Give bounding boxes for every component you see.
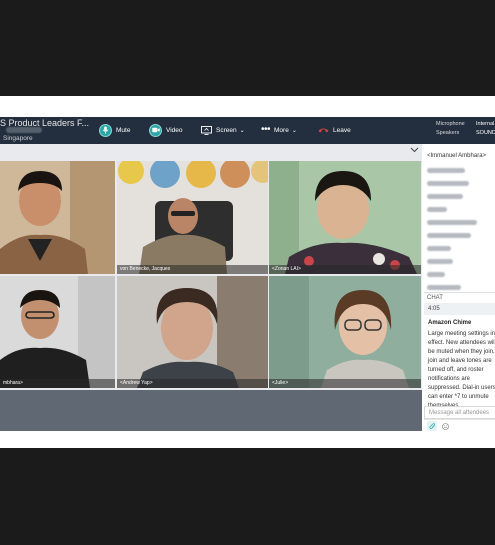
roster-item-redacted[interactable] [427,285,461,290]
chat-message-input[interactable]: Message all attendees [424,406,495,419]
leave-button[interactable]: Leave [318,122,351,138]
collapse-chevron-icon[interactable] [410,147,419,153]
chevron-down-icon: ⌄ [291,127,297,134]
camera-icon [149,123,162,137]
attachment-icon[interactable] [427,421,437,431]
chat-sender: Amazon Chime [428,320,472,326]
participant-video [0,161,115,274]
video-tile-5[interactable]: <Andrew Yap> [117,276,268,388]
participant-video [0,276,115,388]
screen-label: Screen [216,126,237,134]
video-tile-6[interactable]: <Julie> [269,276,421,388]
roster-item-redacted[interactable] [427,207,447,212]
audio-device-labels: Microphone Speakers [436,120,465,138]
mute-label: Mute [116,126,131,134]
meeting-toolbar: S Product Leaders F... Singapore Mute Vi… [0,117,495,144]
roster-item[interactable]: <Immanuel Ambhara> [427,153,486,159]
video-tile-1[interactable] [0,161,115,274]
more-label: More [274,126,289,134]
participant-video [117,161,268,274]
video-label: Video [166,126,183,134]
meeting-window: S Product Leaders F... Singapore Mute Vi… [0,96,495,448]
roster-item-redacted[interactable] [427,259,453,264]
participant-name: mbhara> [0,379,115,388]
microphone-device[interactable]: Internal [476,120,495,129]
roster-item-redacted[interactable] [427,246,451,251]
roster-item-redacted[interactable] [427,181,469,186]
roster-item-redacted[interactable] [427,168,465,173]
speakers-label: Speakers [436,130,460,136]
chevron-down-icon: ⌄ [239,127,245,134]
roster-item-redacted[interactable] [427,194,463,199]
video-button[interactable]: Video [149,122,183,138]
participant-video [269,161,421,274]
mute-button[interactable]: Mute [99,122,130,138]
hang-up-icon [318,127,329,133]
roster-item-redacted[interactable] [427,220,477,225]
chat-toolbar [424,419,495,432]
chat-message: Large meeting settings in effect. New at… [428,331,495,409]
screen-share-icon [201,125,212,135]
participant-name: <Julie> [269,379,421,388]
leave-label: Leave [333,126,351,134]
emoji-icon[interactable] [440,421,450,431]
chat-timestamp: 4:05 [424,303,495,315]
stage-footer [0,390,422,431]
ellipsis-icon: ••• [261,124,271,135]
meeting-location: Singapore [3,135,33,142]
audio-device-values[interactable]: Internal SOUNDPEA [476,120,495,138]
video-tile-4[interactable]: mbhara> [0,276,115,388]
more-button[interactable]: ••• More ⌄ [261,122,297,138]
participant-name: <Andrew Yap> [117,379,268,388]
video-tile-2[interactable]: von Benecke, Jacques [117,161,268,274]
roster-item-redacted[interactable] [427,233,471,238]
participant-video [269,276,421,388]
participant-video [117,276,268,388]
speakers-device[interactable]: SOUNDPEA [476,129,495,138]
chat-header: CHAT [424,292,495,303]
participant-name: <Zonan LAI> [269,265,421,274]
roster-item-redacted[interactable] [427,272,445,277]
video-tile-3[interactable]: <Zonan LAI> [269,161,421,274]
screen-button[interactable]: Screen ⌄ [201,122,245,138]
microphone-label: Microphone [436,121,465,127]
participant-name: von Benecke, Jacques [117,265,268,274]
microphone-icon [99,123,112,137]
redacted-name [6,127,42,133]
